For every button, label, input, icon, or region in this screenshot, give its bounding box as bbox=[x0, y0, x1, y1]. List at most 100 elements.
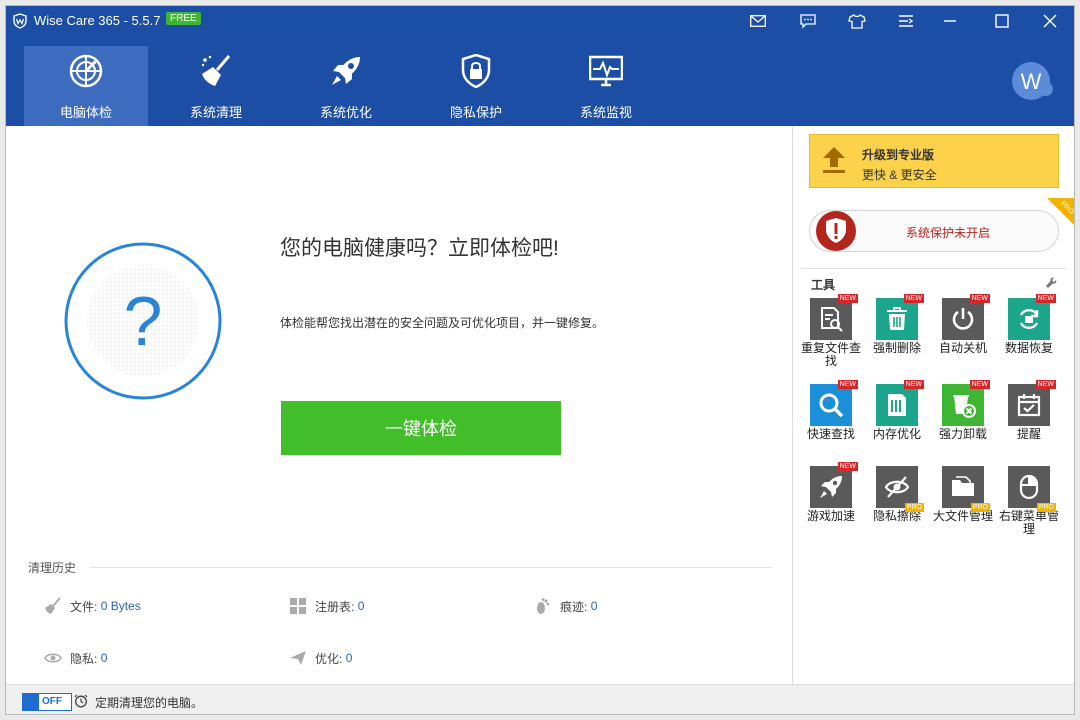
nav-label: 电脑体检 bbox=[59, 105, 112, 120]
mail-button[interactable] bbox=[738, 6, 778, 36]
history-value: 0 bbox=[357, 599, 365, 613]
close-icon bbox=[1043, 14, 1057, 28]
menu-lines-icon bbox=[899, 15, 914, 27]
schedule-clean-text: 定期清理您的电脑。 bbox=[95, 696, 204, 710]
tshirt-icon bbox=[848, 13, 866, 29]
wrench-icon[interactable] bbox=[1045, 277, 1057, 289]
system-protect-toggle[interactable]: 系统保护未开启 bbox=[809, 210, 1059, 252]
duplicate-file-icon: NEW bbox=[810, 294, 858, 340]
tool-force-uninstall[interactable]: NEW 强力卸载 bbox=[933, 380, 993, 441]
eye-icon bbox=[44, 653, 62, 663]
tab-system-optimize[interactable]: 系统优化 bbox=[284, 46, 408, 126]
tool-label: 强力卸载 bbox=[938, 427, 987, 441]
health-status-circle: ? bbox=[64, 242, 222, 400]
tools-divider bbox=[801, 268, 1067, 269]
one-click-check-button[interactable]: 一键体检 bbox=[281, 401, 561, 455]
history-value: 0 bbox=[345, 651, 353, 665]
tool-duplicate-finder[interactable]: NEW 重复文件查找 bbox=[801, 294, 861, 368]
tool-label: 提醒 bbox=[1016, 427, 1041, 441]
paper-plane-icon bbox=[290, 651, 306, 665]
shield-lock-icon bbox=[461, 54, 491, 88]
close-button[interactable] bbox=[1030, 6, 1070, 36]
broom-icon bbox=[45, 597, 61, 614]
search-icon: NEW bbox=[810, 380, 858, 426]
calendar-icon: NEW bbox=[1008, 380, 1056, 426]
power-icon: NEW bbox=[942, 294, 990, 340]
history-label: 注册表: bbox=[315, 599, 355, 614]
maximize-icon bbox=[995, 14, 1009, 28]
history-item-registry: 注册表: 0 bbox=[289, 596, 364, 616]
tool-force-delete[interactable]: NEW 强制删除 bbox=[867, 294, 927, 355]
history-item-traces: 痕迹: 0 bbox=[534, 596, 597, 616]
tool-label: 快速查找 bbox=[806, 427, 855, 441]
alarm-clock-icon bbox=[74, 694, 88, 708]
question-mark-icon: ? bbox=[124, 282, 163, 360]
nav-label: 系统优化 bbox=[319, 105, 372, 120]
history-title: 清理历史 bbox=[28, 561, 77, 575]
history-label: 隐私: bbox=[70, 651, 98, 666]
nav-label: 系统监视 bbox=[579, 105, 632, 120]
app-window: Wise Care 365 - 5.5.7 FREE 电脑体检 系统清理 系统优… bbox=[6, 6, 1074, 714]
protect-status-text: 系统保护未开启 bbox=[906, 226, 991, 240]
title-bar: Wise Care 365 - 5.5.7 FREE bbox=[6, 6, 1074, 36]
menu-button[interactable] bbox=[886, 6, 926, 36]
tab-health-check[interactable]: 电脑体检 bbox=[24, 46, 148, 126]
tool-label: 自动关机 bbox=[938, 341, 987, 355]
tool-data-recovery[interactable]: NEW 数据恢复 bbox=[999, 294, 1059, 355]
history-divider bbox=[90, 567, 772, 568]
upgrade-pro-banner[interactable]: 升级到专业版 更快 & 更安全 bbox=[809, 134, 1059, 188]
warning-shield-icon bbox=[816, 211, 856, 251]
game-rocket-icon: NEW bbox=[810, 462, 858, 508]
mail-icon bbox=[750, 15, 766, 27]
mouse-icon: PRO bbox=[1008, 466, 1056, 512]
tool-memory-optimize[interactable]: NEW 内存优化 bbox=[867, 380, 927, 441]
tool-reminder[interactable]: NEW 提醒 bbox=[999, 380, 1059, 441]
toggle-state: OFF bbox=[42, 696, 62, 707]
tab-privacy-protect[interactable]: 隐私保护 bbox=[414, 46, 538, 126]
tool-quick-search[interactable]: NEW 快速查找 bbox=[801, 380, 861, 441]
tool-label: 右键菜单管理 bbox=[999, 509, 1060, 536]
tool-label: 数据恢复 bbox=[1004, 341, 1053, 355]
main-nav: 电脑体检 系统清理 系统优化 隐私保护 系统监视 W bbox=[6, 36, 1074, 126]
feedback-button[interactable] bbox=[788, 6, 828, 36]
minimize-button[interactable] bbox=[930, 6, 970, 36]
page-title: 您的电脑健康吗？立即体检吧! bbox=[280, 237, 559, 260]
maximize-button[interactable] bbox=[982, 6, 1022, 36]
history-item-optimize: 优化: 0 bbox=[289, 648, 352, 668]
tool-label: 强制删除 bbox=[872, 341, 921, 355]
radar-icon bbox=[69, 54, 103, 88]
app-title: Wise Care 365 - 5.5.7 bbox=[34, 13, 161, 28]
nav-label: 系统清理 bbox=[189, 105, 242, 120]
status-bar: OFF 定期清理您的电脑。 bbox=[6, 684, 1074, 714]
skin-button[interactable] bbox=[837, 6, 877, 36]
registry-icon bbox=[290, 598, 306, 614]
recover-icon: NEW bbox=[1008, 294, 1056, 340]
tool-label: 游戏加速 bbox=[806, 509, 855, 523]
history-label: 文件: bbox=[70, 599, 98, 614]
history-value: 0 bbox=[100, 651, 108, 665]
tool-context-menu-manager[interactable]: PRO 右键菜单管理 bbox=[999, 466, 1059, 536]
tool-game-boost[interactable]: NEW 游戏加速 bbox=[801, 462, 861, 523]
broom-icon bbox=[201, 55, 231, 86]
minimize-icon bbox=[944, 20, 956, 22]
toggle-knob bbox=[23, 694, 39, 710]
tool-privacy-erase[interactable]: PRO 隐私擦除 bbox=[867, 466, 927, 523]
upload-arrow-icon bbox=[823, 147, 845, 173]
history-item-privacy: 隐私: 0 bbox=[44, 648, 107, 668]
tools-title: 工具 bbox=[811, 278, 836, 292]
tab-system-clean[interactable]: 系统清理 bbox=[154, 46, 278, 126]
history-value: 0 bbox=[590, 599, 598, 613]
tab-system-monitor[interactable]: 系统监视 bbox=[544, 46, 668, 126]
page-description: 体检能帮您找出潜在的安全问题及可优化项目，并一键修复。 bbox=[280, 316, 605, 330]
rocket-icon bbox=[332, 57, 360, 85]
schedule-clean-toggle[interactable]: OFF bbox=[22, 693, 72, 711]
chat-bubble-icon bbox=[800, 13, 816, 29]
history-label: 优化: bbox=[315, 651, 343, 666]
uninstall-icon: NEW bbox=[942, 380, 990, 426]
tool-large-file-manager[interactable]: PRO 大文件管理 bbox=[933, 466, 993, 523]
tool-auto-shutdown[interactable]: NEW 自动关机 bbox=[933, 294, 993, 355]
right-panel: 升级到专业版 更快 & 更安全 PRO 系统保护未开启 工具 NEW 重复文件查… bbox=[792, 126, 1074, 684]
upgrade-title: 升级到专业版 bbox=[862, 148, 935, 162]
folder-icon: PRO bbox=[942, 466, 990, 512]
user-avatar[interactable]: W bbox=[1011, 59, 1055, 103]
